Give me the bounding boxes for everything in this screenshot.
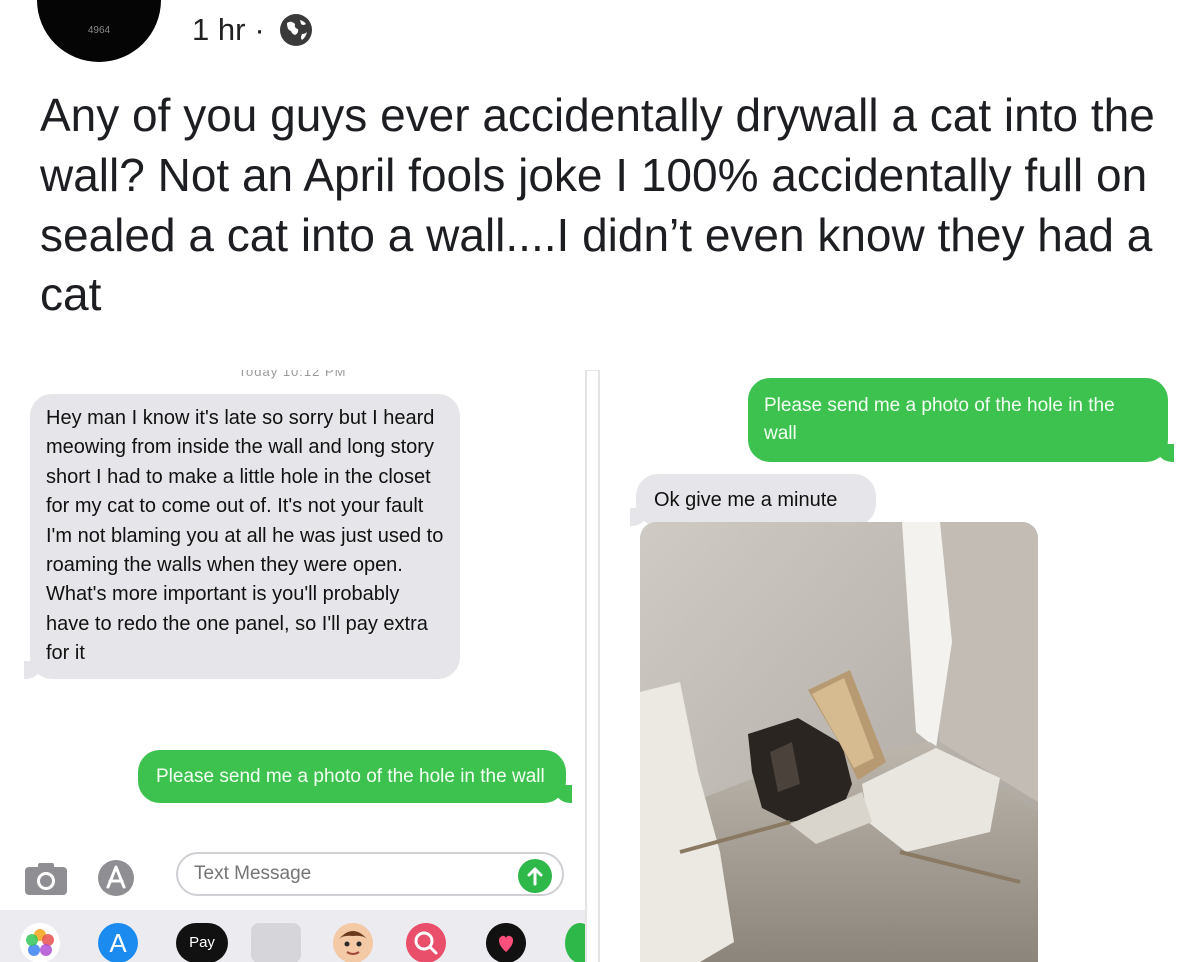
meta-separator: · (254, 12, 265, 47)
app-icon[interactable] (565, 923, 585, 962)
music-icon[interactable] (486, 923, 526, 962)
outgoing-message-bubble: Please send me a photo of the hole in th… (748, 378, 1174, 462)
keyboard-icon[interactable] (251, 923, 301, 962)
apple-pay-icon[interactable]: Pay (176, 923, 228, 962)
post-time[interactable]: 1 hr (192, 12, 245, 48)
send-button[interactable] (518, 859, 552, 893)
post-meta: 1 hr · (192, 6, 314, 54)
drywall-hole-photo[interactable] (640, 522, 1038, 962)
incoming-message-text: Ok give me a minute (654, 489, 838, 511)
appstore-icon[interactable]: A (98, 923, 138, 962)
incoming-message-bubble: Hey man I know it's late so sorry but I … (24, 394, 460, 679)
memoji-icon[interactable] (333, 923, 373, 962)
left-message-screenshot: Today 10:12 PM Hey man I know it's late … (0, 370, 587, 962)
camera-icon[interactable] (24, 862, 68, 896)
outgoing-message-text: Please send me a photo of the hole in th… (764, 395, 1115, 444)
outgoing-message-bubble: Please send me a photo of the hole in th… (138, 750, 572, 803)
globe-icon (279, 14, 312, 46)
message-timestamp: Today 10:12 PM (238, 370, 347, 379)
outgoing-message-text: Please send me a photo of the hole in th… (156, 766, 545, 787)
photos-icon[interactable] (20, 923, 60, 962)
image-search-icon[interactable] (406, 923, 446, 962)
incoming-message-bubble: Ok give me a minute (630, 474, 876, 526)
post-text: Any of you guys ever accidentally drywal… (40, 89, 1155, 321)
profile-avatar[interactable]: 4964 (37, 0, 161, 62)
apple-pay-label: Pay (189, 934, 215, 951)
right-message-screenshot: Please send me a photo of the hole in th… (598, 370, 1200, 962)
appstore-icon[interactable] (96, 858, 136, 898)
avatar-badge-text: 4964 (87, 25, 111, 36)
message-input[interactable] (176, 852, 564, 896)
incoming-message-text: Hey man I know it's late so sorry but I … (46, 407, 444, 665)
arrow-up-icon (527, 867, 543, 886)
